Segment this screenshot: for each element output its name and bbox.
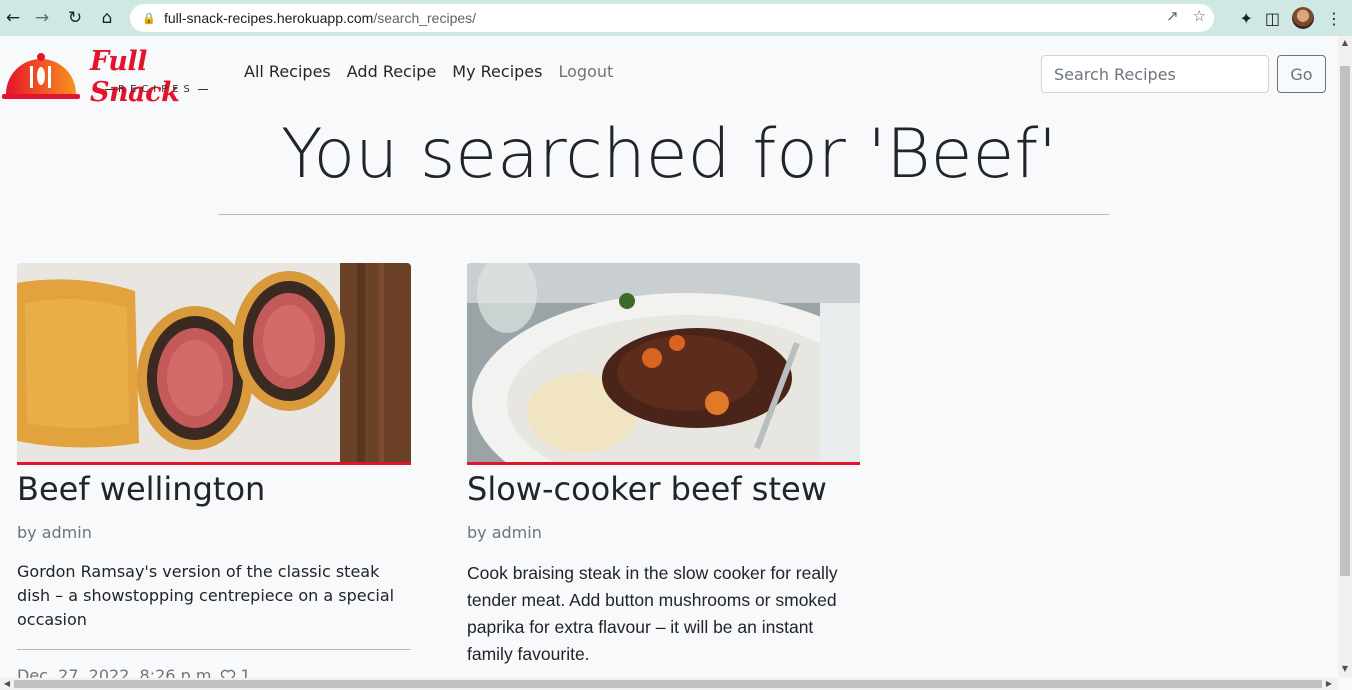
search-go-button[interactable]: Go [1277,55,1326,93]
recipe-card[interactable]: Slow-cooker beef stew by admin Cook brai… [467,263,860,668]
vertical-scroll-thumb[interactable] [1340,66,1350,576]
recipe-title[interactable]: Beef wellington [17,469,411,509]
horizontal-scrollbar[interactable]: ◀ ▶ [0,678,1338,690]
browser-toolbar: ← → ↻ ⌂ 🔒 full-snack-recipes.herokuapp.c… [0,0,1352,36]
beef-wellington-photo [17,263,411,462]
url-domain: full-snack-recipes.herokuapp.com [164,10,374,26]
bookmark-star-icon[interactable]: ☆ [1193,7,1206,25]
logo-title: Full Snack [90,46,180,108]
recipe-description: Gordon Ramsay's version of the classic s… [17,562,395,629]
forward-icon[interactable]: → [27,3,57,33]
title-divider [218,214,1109,215]
recipe-card[interactable]: Beef wellington by admin Gordon Ramsay's… [17,263,411,685]
main-nav: All Recipes Add Recipe My Recipes Logout [244,62,613,81]
nav-logout[interactable]: Logout [558,62,613,81]
side-panel-icon[interactable]: ◫ [1265,9,1280,28]
scroll-right-icon[interactable]: ▶ [1322,678,1336,690]
nav-my-recipes[interactable]: My Recipes [452,62,542,81]
site-navbar: Full Snack RECIPES All Recipes Add Recip… [0,36,1338,112]
recipe-title[interactable]: Slow-cooker beef stew [467,469,860,509]
beef-stew-photo [467,263,860,462]
menu-dots-icon[interactable]: ⋮ [1326,9,1342,28]
recipe-author: by admin [17,523,92,542]
recipe-image-beef-stew[interactable] [467,263,860,465]
site-logo[interactable]: Full Snack RECIPES [2,44,222,108]
extensions-icon[interactable]: ✦ [1239,9,1252,28]
share-icon[interactable]: ↗ [1166,7,1179,25]
nav-add-recipe[interactable]: Add Recipe [347,62,437,81]
scroll-down-icon[interactable]: ▼ [1338,662,1352,676]
recipe-image-beef-wellington[interactable] [17,263,411,465]
cloche-logo-icon [2,53,80,99]
lock-icon: 🔒 [142,12,156,25]
url-path: /search_recipes/ [373,10,477,26]
scroll-left-icon[interactable]: ◀ [0,678,14,690]
page-title: You searched for 'Beef' [281,115,1057,194]
card-divider [17,649,411,650]
logo-subtitle: RECIPES [102,84,211,95]
address-bar[interactable]: 🔒 full-snack-recipes.herokuapp.com/searc… [130,4,1214,32]
scroll-up-icon[interactable]: ▲ [1338,36,1352,50]
nav-all-recipes[interactable]: All Recipes [244,62,331,81]
search-input[interactable] [1041,55,1269,93]
profile-avatar[interactable] [1292,7,1314,29]
recipe-description: Cook braising steak in the slow cooker f… [467,563,838,664]
vertical-scrollbar[interactable]: ▲ ▼ [1338,36,1352,678]
recipe-author: by admin [467,523,542,542]
reload-icon[interactable]: ↻ [60,3,90,33]
back-icon[interactable]: ← [0,3,28,33]
horizontal-scroll-thumb[interactable] [14,680,1322,688]
home-icon[interactable]: ⌂ [92,3,122,33]
